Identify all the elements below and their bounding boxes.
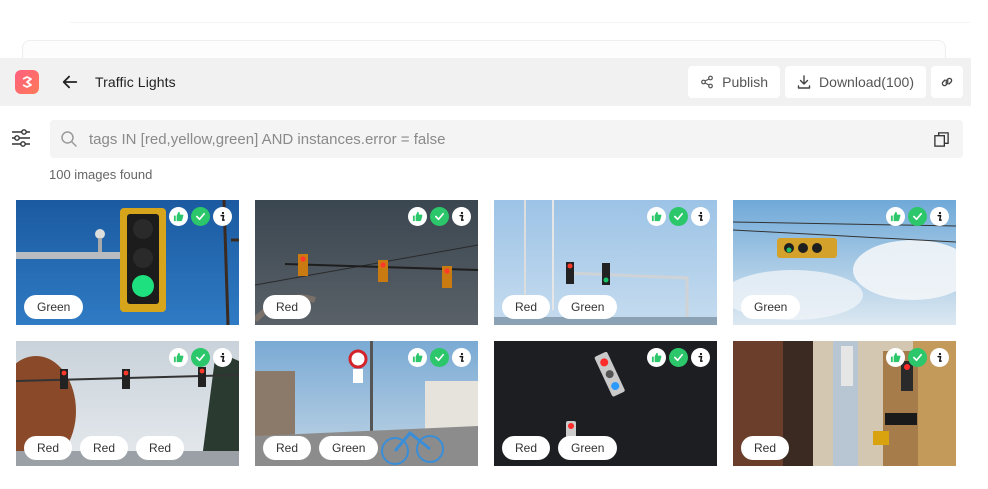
image-card[interactable]: Red (733, 341, 956, 466)
tag-chip: Red (80, 436, 129, 460)
status-badges (408, 207, 471, 226)
search-row: tags IN [red,yellow,green] AND instances… (0, 118, 971, 158)
publish-button[interactable]: Publish (688, 66, 781, 98)
status-badges (408, 348, 471, 367)
check-icon[interactable] (191, 207, 210, 226)
check-icon[interactable] (908, 348, 927, 367)
download-label: Download(100) (819, 74, 914, 90)
tag-list: Green (741, 295, 801, 319)
info-icon[interactable] (930, 348, 949, 367)
check-icon[interactable] (908, 207, 927, 226)
tag-list: Red (741, 436, 790, 460)
copy-query-button[interactable] (933, 130, 951, 148)
info-icon[interactable] (213, 207, 232, 226)
check-icon[interactable] (191, 348, 210, 367)
image-card[interactable]: Red Green (494, 341, 717, 466)
logo-mark-icon (22, 76, 32, 88)
info-icon[interactable] (452, 207, 471, 226)
filter-button[interactable] (10, 127, 32, 149)
link-icon (941, 77, 953, 87)
publish-label: Publish (722, 74, 769, 90)
search-icon (60, 130, 78, 148)
tag-list: Red Green (502, 295, 618, 319)
image-card[interactable]: Red Green (494, 200, 717, 325)
tag-chip: Red (741, 436, 790, 460)
tag-list: Red (263, 295, 312, 319)
info-icon[interactable] (213, 348, 232, 367)
download-button[interactable]: Download(100) (785, 66, 926, 98)
tag-list: Green (24, 295, 84, 319)
check-icon[interactable] (669, 348, 688, 367)
status-badges (169, 207, 232, 226)
search-query: tags IN [red,yellow,green] AND instances… (89, 130, 446, 148)
tag-chip: Green (319, 436, 379, 460)
thumbs-up-icon[interactable] (886, 348, 905, 367)
image-grid: Green Red Red Green Green Red Red Red Re… (16, 200, 956, 466)
tag-chip: Green (558, 295, 618, 319)
page: Traffic Lights Publish Download(100) tag… (0, 0, 988, 489)
copy-icon (934, 131, 949, 147)
results-count: 100 images found (49, 167, 153, 182)
back-button[interactable] (59, 71, 81, 93)
tag-chip: Green (24, 295, 84, 319)
copy-link-button[interactable] (931, 66, 963, 98)
info-icon[interactable] (452, 348, 471, 367)
tag-list: Red Green (263, 436, 379, 460)
image-card[interactable]: Red Red Red (16, 341, 239, 466)
check-icon[interactable] (430, 348, 449, 367)
share-icon (701, 75, 714, 89)
tag-chip: Green (558, 436, 618, 460)
status-badges (647, 207, 710, 226)
info-icon[interactable] (930, 207, 949, 226)
tag-chip: Red (502, 436, 551, 460)
download-icon (797, 75, 811, 89)
status-badges (886, 207, 949, 226)
top-bar: Traffic Lights Publish Download(100) (0, 58, 971, 106)
app-logo[interactable] (15, 70, 39, 94)
thumbs-up-icon[interactable] (647, 207, 666, 226)
image-card[interactable]: Green (733, 200, 956, 325)
thumbs-up-icon[interactable] (408, 207, 427, 226)
tag-chip: Red (24, 436, 73, 460)
status-badges (647, 348, 710, 367)
background-divider (70, 22, 970, 23)
info-icon[interactable] (691, 348, 710, 367)
image-card[interactable]: Red Green (255, 341, 478, 466)
header-actions: Publish Download(100) (688, 66, 963, 98)
tag-chip: Red (502, 295, 551, 319)
arrow-left-icon (62, 75, 78, 89)
sliders-icon (12, 129, 30, 147)
tag-list: Red Green (502, 436, 618, 460)
tag-chip: Green (741, 295, 801, 319)
tag-chip: Red (263, 295, 312, 319)
thumbs-up-icon[interactable] (408, 348, 427, 367)
tag-list: Red Red Red (24, 436, 185, 460)
status-badges (169, 348, 232, 367)
tag-chip: Red (263, 436, 312, 460)
check-icon[interactable] (669, 207, 688, 226)
thumbs-up-icon[interactable] (169, 348, 188, 367)
check-icon[interactable] (430, 207, 449, 226)
search-input[interactable]: tags IN [red,yellow,green] AND instances… (50, 120, 963, 158)
image-card[interactable]: Red (255, 200, 478, 325)
thumbs-up-icon[interactable] (647, 348, 666, 367)
status-badges (886, 348, 949, 367)
info-icon[interactable] (691, 207, 710, 226)
thumbs-up-icon[interactable] (886, 207, 905, 226)
image-card[interactable]: Green (16, 200, 239, 325)
thumbs-up-icon[interactable] (169, 207, 188, 226)
tag-chip: Red (136, 436, 185, 460)
page-title: Traffic Lights (95, 74, 176, 90)
